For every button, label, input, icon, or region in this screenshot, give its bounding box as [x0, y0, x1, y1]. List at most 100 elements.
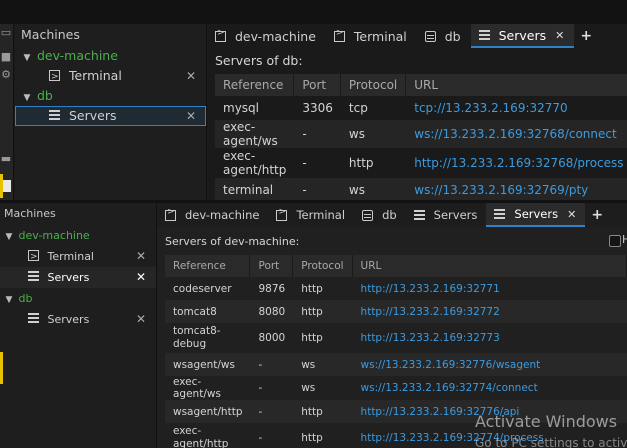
tree-item-terminal[interactable]: Terminal ✕ — [0, 246, 156, 268]
db-icon — [424, 30, 436, 42]
tab-label: Terminal — [353, 28, 407, 44]
chat-icon[interactable]: ▬ — [0, 152, 12, 165]
activation-watermark-title: Activate Windows — [475, 412, 618, 431]
reference-cell: codeserver — [173, 282, 232, 295]
tree-item-servers[interactable]: Servers ✕ — [15, 106, 206, 126]
reference-cell: terminal — [215, 178, 295, 202]
tab-label: db — [444, 28, 461, 44]
tab-servers[interactable]: Servers — [406, 203, 487, 227]
table-row: wsagent/ws - ws ws://13.233.2.169:32776/… — [165, 353, 627, 376]
protocol-cell: ws — [340, 120, 407, 148]
port-cell: - — [258, 382, 263, 394]
reference-cell: exec-agent/ws — [215, 120, 295, 148]
table-row: tomcat8 8080 http http://13.233.2.169:32… — [165, 300, 627, 323]
close-icon[interactable]: ✕ — [136, 309, 146, 330]
tab-label: Terminal — [296, 208, 346, 222]
chevron-down-icon[interactable]: ▼ — [3, 227, 15, 248]
url-link[interactable]: http://13.233.2.169:32771 — [353, 277, 627, 300]
tree-item-servers[interactable]: Servers ✕ — [0, 309, 156, 330]
add-tab-button[interactable]: + — [574, 24, 598, 48]
side-marker — [0, 174, 3, 198]
url-link[interactable]: http://13.233.2.169:32773 — [353, 323, 627, 353]
tab-dev-machine[interactable]: dev-machine — [207, 24, 326, 48]
protocol-cell: http — [348, 156, 374, 170]
port-cell: - — [250, 353, 294, 376]
servers-icon — [28, 313, 39, 324]
reference-cell: mysql — [223, 101, 259, 115]
editor-tabbar: dev-machine Terminal db Servers ✕ + — [207, 24, 627, 48]
url-link[interactable]: http://13.233.2.169:32768/process — [406, 148, 627, 178]
close-icon[interactable]: ✕ — [186, 106, 196, 126]
explorer-title: Machines — [21, 27, 80, 42]
tab-label: dev-machine — [235, 28, 316, 44]
close-icon[interactable]: ✕ — [136, 267, 146, 288]
url-link[interactable]: ws://13.233.2.169:32774/connect — [353, 376, 627, 400]
port-cell: - — [294, 178, 341, 202]
column-header: Protocol — [293, 255, 353, 277]
url-link[interactable]: ws://13.233.2.169:32776/wsagent — [352, 353, 627, 376]
reference-cell: tomcat8-debug — [173, 325, 221, 350]
machines-explorer: Machines ▼ dev-machine Terminal ✕ ▼ db S… — [15, 24, 207, 200]
table-row: exec-agent/ws - ws ws://13.233.2.169:327… — [165, 376, 627, 400]
servers-title: Servers of dev-machine: — [165, 235, 300, 248]
reference-cell: exec-agent/ws — [173, 376, 221, 400]
tab-terminal[interactable]: Terminal — [268, 203, 354, 227]
chevron-down-icon[interactable]: ▼ — [3, 290, 15, 311]
url-link[interactable]: http://13.233.2.169:32772 — [352, 300, 627, 323]
url-link[interactable]: ws://13.233.2.169:32768/connect — [406, 120, 627, 148]
servers-title: Servers of db: — [215, 53, 303, 68]
close-icon[interactable]: ✕ — [567, 208, 576, 221]
tab-db[interactable]: db — [417, 24, 471, 48]
tab-label: Servers — [514, 207, 559, 221]
terminal-icon — [333, 28, 345, 42]
column-header: Protocol — [340, 74, 407, 96]
protocol-cell: http — [301, 282, 323, 295]
tab-terminal[interactable]: Terminal — [326, 24, 417, 48]
table-row: exec-agent/http - http http://13.233.2.1… — [215, 148, 627, 178]
tree-machine-db[interactable]: ▼ db — [0, 288, 156, 309]
reference-cell: wsagent/ws — [165, 353, 251, 376]
protocol-cell: ws — [293, 353, 353, 376]
chevron-down-icon[interactable]: ▼ — [21, 88, 33, 108]
servers-icon — [478, 29, 490, 41]
close-icon[interactable]: ✕ — [186, 66, 196, 86]
terminal-icon — [276, 207, 288, 221]
table-row: terminal - ws ws://13.233.2.169:32769/pt… — [215, 178, 627, 202]
top-title-strip — [0, 0, 627, 24]
tab-servers[interactable]: Servers ✕ — [470, 24, 575, 48]
tree-machine-db[interactable]: ▼ db — [15, 86, 206, 106]
tree-item-terminal[interactable]: Terminal ✕ — [15, 66, 206, 87]
tree-item-servers[interactable]: Servers ✕ — [0, 267, 156, 288]
protocol-cell: http — [301, 431, 323, 444]
tree-machine-dev-machine[interactable]: ▼ dev-machine — [0, 225, 156, 246]
terminal-icon — [165, 207, 176, 221]
tree-label: Terminal — [47, 250, 95, 263]
gear-icon[interactable]: ⚙ — [0, 68, 12, 81]
table-row: mysql 3306 tcp tcp://13.233.2.169:32770 — [215, 96, 627, 120]
tab-db[interactable]: db — [354, 203, 406, 227]
add-tab-button[interactable]: + — [585, 203, 609, 227]
reference-cell: wsagent/http — [165, 400, 251, 423]
tree-label: Servers — [68, 108, 117, 123]
tab-label: Servers — [433, 208, 478, 222]
protocol-cell: ws — [301, 382, 316, 394]
servers-table: Reference Port Protocol URL mysql 3306 t… — [215, 74, 627, 202]
top-ide-window: ▭ ■ ⚙ ▬ Machines ▼ dev-machine Terminal … — [0, 0, 627, 202]
tab-label: Servers — [498, 27, 547, 43]
stop-icon[interactable]: ■ — [0, 50, 12, 63]
close-icon[interactable]: ✕ — [555, 29, 564, 42]
tree-label: dev-machine — [18, 229, 90, 242]
table-row: exec-agent/ws - ws ws://13.233.2.169:327… — [215, 120, 627, 148]
url-link[interactable]: tcp://13.233.2.169:32770 — [406, 96, 627, 120]
side-marker — [0, 352, 3, 384]
tab-servers-active[interactable]: Servers ✕ — [486, 203, 586, 227]
tree-machine-dev-machine[interactable]: ▼ dev-machine — [15, 46, 206, 66]
hide-checkbox[interactable] — [609, 235, 621, 247]
tab-dev-machine[interactable]: dev-machine — [157, 203, 268, 227]
port-cell: - — [250, 400, 294, 423]
panel-icon[interactable]: ▭ — [0, 26, 12, 39]
table-row: codeserver 9876 http http://13.233.2.169… — [165, 277, 627, 300]
url-link[interactable]: ws://13.233.2.169:32769/pty — [406, 178, 627, 202]
close-icon[interactable]: ✕ — [136, 246, 146, 267]
chevron-down-icon[interactable]: ▼ — [21, 48, 33, 68]
